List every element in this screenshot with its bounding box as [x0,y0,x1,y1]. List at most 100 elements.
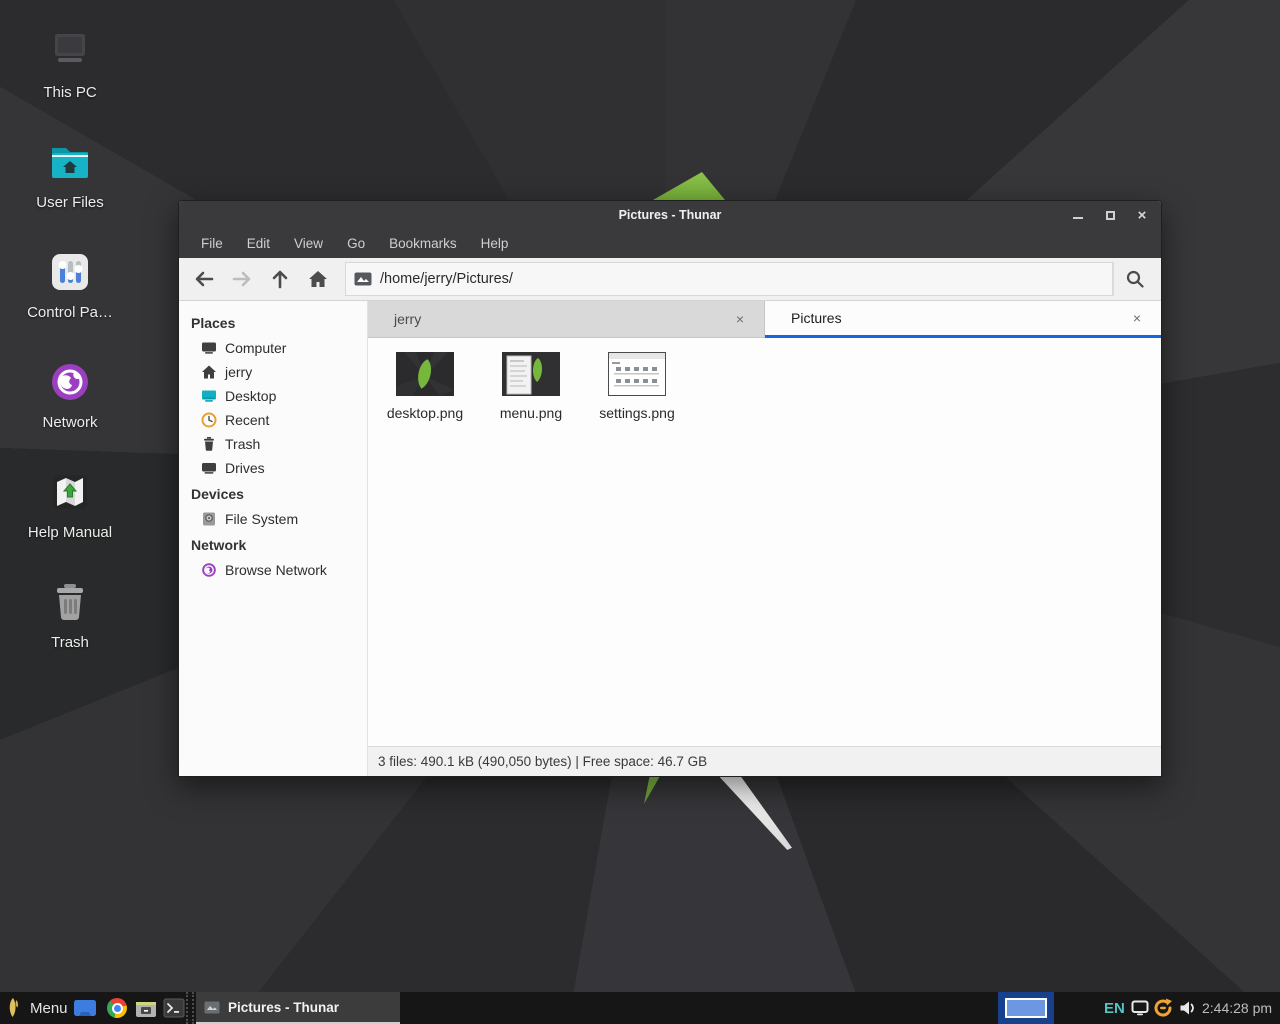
tab-bar: jerry × Pictures × [368,301,1161,338]
file-name: menu.png [500,405,562,421]
menu-help[interactable]: Help [471,232,519,255]
desktop-icon-label: User Files [8,194,132,211]
image-file-icon [354,272,372,286]
tab-jerry[interactable]: jerry × [368,301,765,338]
sidebar-item-browse-network[interactable]: Browse Network [179,558,367,582]
keyboard-layout-indicator[interactable]: EN [1104,992,1125,1024]
menu-button-label: Menu [30,1000,68,1017]
sidebar-item-drives[interactable]: Drives [179,456,367,480]
show-desktop-icon [73,999,97,1017]
sidebar-item-recent[interactable]: Recent [179,408,367,432]
desktop-icon-control-panel[interactable]: Control Pa… [8,246,132,321]
desktop-icon-label: Network [8,414,132,431]
sidebar-header-devices: Devices [179,480,367,507]
home-button[interactable] [299,262,337,296]
sidebar-item-label: Trash [225,436,260,452]
menu-view[interactable]: View [284,232,333,255]
chrome-icon [107,998,127,1018]
file-menu-png[interactable]: menu.png [478,346,584,427]
panel-drag-handle[interactable] [186,992,194,1024]
settings-png-thumbnail [608,352,666,396]
close-button[interactable]: × [1133,206,1151,224]
sidebar-item-label: Recent [225,412,269,428]
tab-label: jerry [394,311,730,327]
show-desktop-button[interactable] [72,992,98,1024]
trash-icon [201,436,217,452]
desktop-icon-network[interactable]: Network [8,356,132,431]
trash-icon [44,576,96,628]
menu-go[interactable]: Go [337,232,375,255]
desktop-png-thumbnail [396,352,454,396]
menu-edit[interactable]: Edit [237,232,280,255]
speaker-icon [1179,1000,1197,1016]
file-manager-icon [135,998,157,1018]
sidebar-item-label: Browse Network [225,562,327,578]
close-icon: × [736,311,744,327]
file-desktop-png[interactable]: desktop.png [372,346,478,427]
keyboard-layout-label: EN [1104,1000,1125,1017]
back-arrow-icon [194,271,214,287]
tab-label: Pictures [791,310,1127,326]
update-refresh-icon [1152,997,1174,1019]
sidebar-item-label: Desktop [225,388,276,404]
file-settings-png[interactable]: settings.png [584,346,690,427]
maximize-button[interactable] [1101,206,1119,224]
tab-close-button[interactable]: × [1127,308,1147,328]
tab-close-button[interactable]: × [730,309,750,329]
help-manual-icon [44,466,96,518]
browser-launcher[interactable] [104,992,130,1024]
browse-network-globe-icon [201,562,217,578]
desktop-icon-label: Control Pa… [8,304,132,321]
drive-icon [201,460,217,476]
window-titlebar[interactable]: Pictures - Thunar × [179,201,1161,229]
sidebar-item-file-system[interactable]: File System [179,507,367,531]
recent-clock-icon [201,412,217,428]
file-manager-launcher[interactable] [133,992,159,1024]
sidebar-item-label: jerry [225,364,252,380]
wallpaper-mint-logo-fragment-bottom [644,776,660,804]
up-arrow-icon [272,269,288,289]
sidebar: Places Computer jerry Desktop Recent Tra… [179,301,368,776]
minimize-button[interactable] [1069,206,1087,224]
sidebar-item-trash[interactable]: Trash [179,432,367,456]
menu-bookmarks[interactable]: Bookmarks [379,232,467,255]
search-button[interactable] [1113,262,1155,296]
desktop-icon-this-pc[interactable]: This PC [8,26,132,101]
active-workspace[interactable] [1005,998,1047,1018]
menubar: File Edit View Go Bookmarks Help [179,229,1161,258]
update-manager-tray-icon[interactable] [1150,992,1176,1024]
minimize-icon [1073,217,1083,219]
desktop-icon-trash[interactable]: Trash [8,576,132,651]
sidebar-item-jerry[interactable]: jerry [179,360,367,384]
desktop-icon [201,388,217,404]
path-text: /home/jerry/Pictures/ [380,271,513,287]
desktop-icon-user-files[interactable]: User Files [8,136,132,211]
file-list-view[interactable]: desktop.png menu.png settings.png [368,338,1161,746]
display-settings-tray-icon[interactable] [1129,992,1151,1024]
thunar-window: Pictures - Thunar × File Edit View Go Bo… [178,200,1162,777]
home-icon [308,270,328,288]
volume-tray-icon[interactable] [1177,992,1199,1024]
wallpaper-white-streak [714,776,792,850]
menu-button[interactable]: Menu [0,992,78,1024]
up-button[interactable] [261,262,299,296]
workspace-switcher[interactable] [998,992,1054,1024]
forward-button[interactable] [223,262,261,296]
desktop-icon-help-manual[interactable]: Help Manual [8,466,132,541]
home-icon [201,364,217,380]
menu-file[interactable]: File [191,232,233,255]
forward-arrow-icon [232,271,252,287]
back-button[interactable] [185,262,223,296]
tab-pictures[interactable]: Pictures × [765,301,1161,338]
clock[interactable]: 2:44:28 pm [1202,992,1272,1024]
clock-label: 2:44:28 pm [1202,1000,1272,1016]
terminal-icon [163,998,185,1018]
sidebar-item-desktop[interactable]: Desktop [179,384,367,408]
file-system-drive-icon [201,511,217,527]
desktop-icon-label: This PC [8,84,132,101]
taskbar-window-button[interactable]: Pictures - Thunar [196,992,400,1024]
terminal-launcher[interactable] [161,992,187,1024]
folder-home-icon [44,136,96,188]
sidebar-item-computer[interactable]: Computer [179,336,367,360]
path-bar[interactable]: /home/jerry/Pictures/ [345,262,1113,296]
